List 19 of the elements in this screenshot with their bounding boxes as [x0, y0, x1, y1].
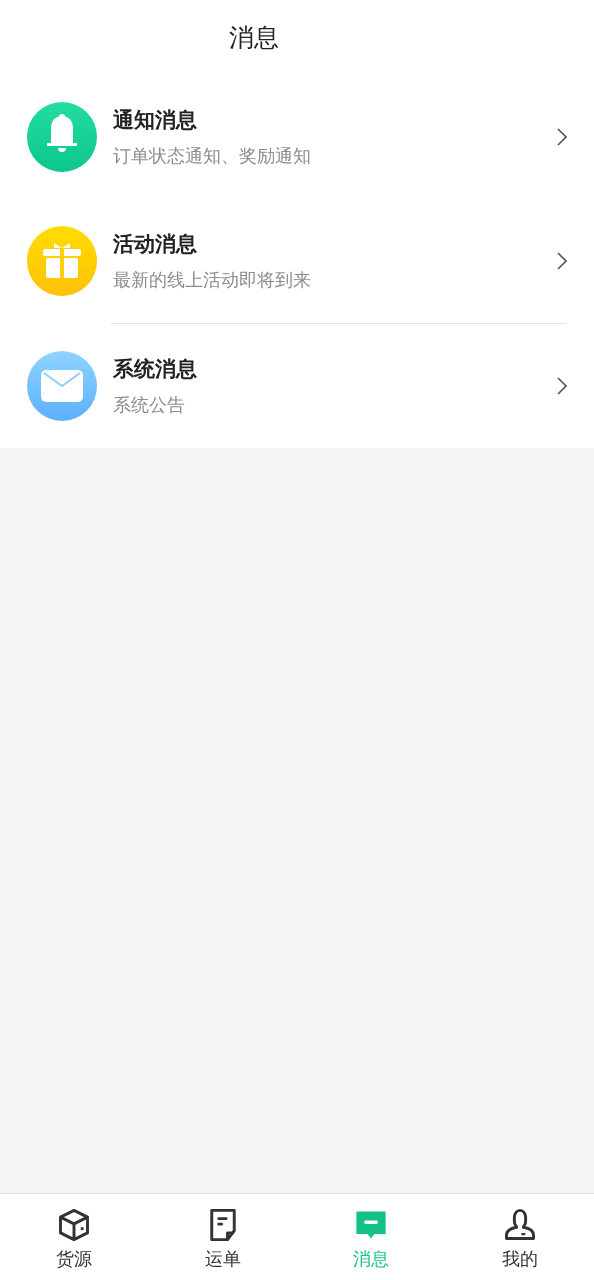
chevron-right-icon [557, 128, 567, 146]
bell-icon [27, 102, 97, 172]
category-description: 系统公告 [113, 393, 186, 417]
category-description: 订单状态通知、奖励通知 [113, 144, 312, 168]
gift-icon [27, 226, 97, 296]
chevron-right-icon [557, 377, 567, 395]
message-category-item[interactable]: 活动消息 最新的线上活动即将到来 [0, 199, 594, 323]
category-description: 最新的线上活动即将到来 [113, 268, 312, 292]
tab-item[interactable]: 货源 [0, 1194, 149, 1280]
message-category-item[interactable]: 通知消息 订单状态通知、奖励通知 [0, 75, 594, 199]
message-category-item[interactable]: 系统消息 系统公告 [0, 324, 594, 448]
tab-item[interactable]: 运单 [148, 1194, 297, 1280]
category-title: 活动消息 [113, 231, 198, 258]
chevron-right-icon [557, 252, 567, 270]
page-title: 消息 [229, 22, 279, 54]
category-title: 系统消息 [113, 356, 198, 383]
mail-icon [27, 351, 97, 421]
tab-item[interactable]: 我的 [445, 1194, 594, 1280]
category-title: 通知消息 [113, 107, 198, 134]
